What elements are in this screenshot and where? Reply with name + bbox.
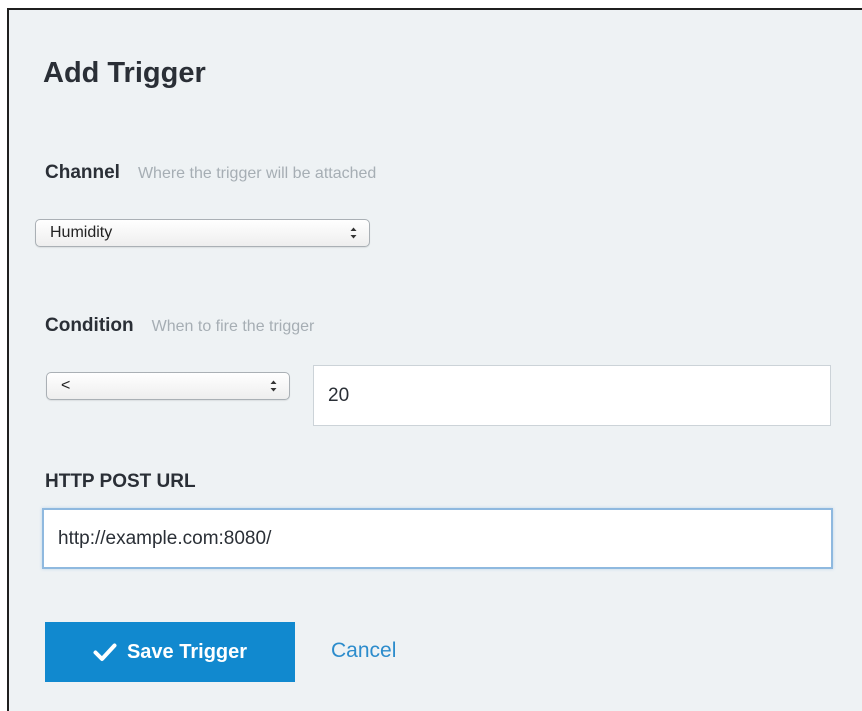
add-trigger-panel: Add Trigger Channel Where the trigger wi… — [7, 8, 862, 711]
channel-select[interactable]: Humidity — [35, 219, 370, 247]
post-url-label-row: HTTP POST URL — [45, 471, 196, 493]
channel-label-row: Channel Where the trigger will be attach… — [45, 162, 376, 184]
checkmark-icon — [93, 643, 117, 661]
condition-value-input[interactable]: 20 — [313, 365, 831, 426]
select-arrows-icon — [350, 227, 357, 239]
channel-label: Channel — [45, 162, 120, 183]
post-url-label: HTTP POST URL — [45, 471, 196, 492]
select-arrows-icon — [270, 380, 277, 392]
condition-label-row: Condition When to fire the trigger — [45, 315, 314, 337]
channel-hint: Where the trigger will be attached — [137, 165, 377, 182]
channel-select-value: Humidity — [50, 224, 113, 241]
condition-operator-select[interactable]: < — [46, 372, 290, 400]
condition-hint: When to fire the trigger — [151, 318, 315, 335]
save-trigger-button[interactable]: Save Trigger — [45, 622, 295, 682]
post-url-input[interactable]: http://example.com:8080/ — [42, 508, 833, 569]
cancel-link[interactable]: Cancel — [331, 639, 396, 663]
page-title: Add Trigger — [43, 57, 206, 89]
condition-operator-value: < — [61, 377, 71, 394]
condition-label: Condition — [45, 315, 134, 336]
save-trigger-label: Save Trigger — [126, 640, 248, 663]
